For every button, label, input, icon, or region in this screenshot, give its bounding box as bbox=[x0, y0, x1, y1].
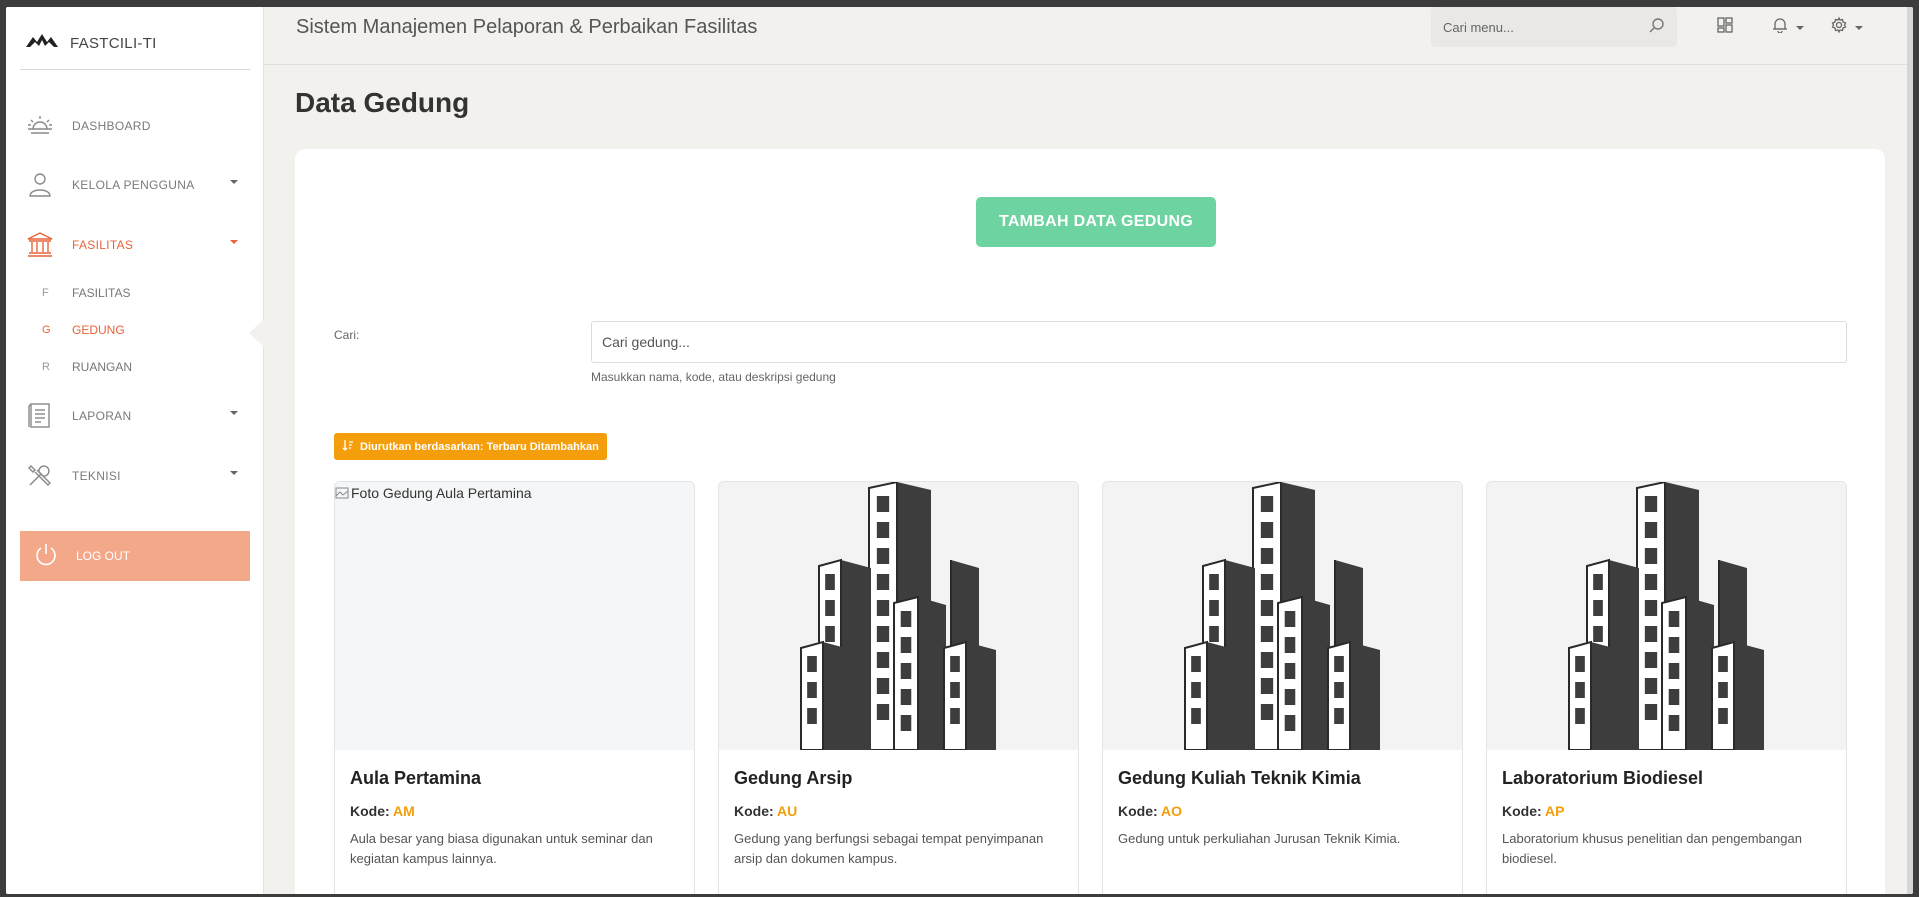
divider bbox=[20, 69, 250, 70]
brand-name: FASTCILI-TI bbox=[70, 34, 157, 52]
building-search-input[interactable] bbox=[591, 321, 1847, 363]
chevron-down-icon bbox=[230, 180, 238, 184]
content-card: TAMBAH DATA GEDUNG Cari: Masukkan nama, … bbox=[295, 149, 1885, 894]
sidebar-item-label: KELOLA PENGGUNA bbox=[72, 178, 195, 192]
chevron-down-icon bbox=[230, 471, 238, 475]
subitem-letter: R bbox=[42, 361, 50, 373]
page-title: Data Gedung bbox=[295, 87, 470, 118]
sidebar-subitem-ruangan[interactable]: R RUANGAN bbox=[42, 356, 242, 378]
chevron-down-icon bbox=[1855, 25, 1863, 30]
sidebar-item-dashboard[interactable]: DASHBOARD bbox=[26, 106, 252, 146]
sidebar-item-label: LAPORAN bbox=[72, 409, 132, 423]
mountain-logo-icon bbox=[26, 34, 58, 52]
active-indicator bbox=[249, 319, 264, 347]
building-image bbox=[719, 482, 1078, 750]
subitem-label: FASILITAS bbox=[72, 286, 131, 300]
building-image-broken: Foto Gedung Aula Pertamina bbox=[335, 482, 694, 750]
code-value: AU bbox=[777, 803, 798, 819]
search-help-text: Masukkan nama, kode, atau deskripsi gedu… bbox=[591, 370, 836, 384]
sidebar-item-laporan[interactable]: LAPORAN bbox=[26, 396, 252, 436]
app-window: FASTCILI-TI DASHBOARD KELOLA PENGGUNA FA… bbox=[6, 7, 1913, 894]
sidebar-subitem-fasilitas[interactable]: F FASILITAS bbox=[42, 282, 242, 304]
code-label: Kode: bbox=[1502, 803, 1542, 819]
building-name: Laboratorium Biodiesel bbox=[1502, 768, 1704, 788]
sunrise-icon bbox=[26, 111, 54, 142]
apps-button[interactable] bbox=[1717, 17, 1733, 38]
building-card[interactable]: Laboratorium Biodiesel Kode: AP Laborato… bbox=[1486, 481, 1847, 894]
sort-label: Diurutkan berdasarkan: Terbaru Ditambahk… bbox=[360, 440, 599, 453]
subitem-letter: F bbox=[42, 287, 49, 299]
building-illustration-icon bbox=[1184, 482, 1380, 750]
code-label: Kode: bbox=[734, 803, 774, 819]
page-scrollbar[interactable] bbox=[1907, 7, 1913, 894]
sidebar-item-label: DASHBOARD bbox=[72, 119, 151, 133]
grid-icon bbox=[1717, 17, 1733, 38]
bank-icon bbox=[26, 230, 54, 261]
search-icon[interactable] bbox=[1649, 17, 1665, 38]
chevron-down-icon bbox=[230, 411, 238, 415]
building-code: Kode: AO bbox=[1118, 803, 1447, 819]
topbar: Sistem Manajemen Pelaporan & Perbaikan F… bbox=[264, 7, 1913, 65]
user-icon bbox=[26, 170, 54, 201]
app-title: Sistem Manajemen Pelaporan & Perbaikan F… bbox=[296, 16, 758, 38]
building-name: Gedung Arsip bbox=[734, 768, 853, 788]
building-card[interactable]: Foto Gedung Aula Pertamina Aula Pertamin… bbox=[334, 481, 695, 894]
menu-search-box[interactable] bbox=[1431, 7, 1677, 47]
building-description: Gedung untuk perkuliahan Jurusan Teknik … bbox=[1118, 831, 1401, 846]
building-name: Aula Pertamina bbox=[350, 768, 482, 788]
chevron-down-icon bbox=[1796, 25, 1804, 30]
building-description: Gedung yang berfungsi sebagai tempat pen… bbox=[734, 831, 1044, 866]
code-value: AM bbox=[393, 803, 415, 819]
code-label: Kode: bbox=[1118, 803, 1158, 819]
sidebar-item-label: FASILITAS bbox=[72, 238, 134, 252]
building-illustration-icon bbox=[1568, 482, 1764, 750]
building-name: Gedung Kuliah Teknik Kimia bbox=[1118, 768, 1361, 788]
tools-icon bbox=[26, 461, 54, 492]
building-code: Kode: AM bbox=[350, 803, 679, 819]
sort-icon bbox=[342, 439, 354, 454]
code-value: AO bbox=[1161, 803, 1183, 819]
code-label: Kode: bbox=[350, 803, 390, 819]
notifications-button[interactable] bbox=[1772, 17, 1804, 38]
building-code: Kode: AU bbox=[734, 803, 1063, 819]
image-alt-text: Foto Gedung Aula Pertamina bbox=[351, 485, 532, 501]
building-image bbox=[1103, 482, 1462, 750]
sidebar-subitem-gedung[interactable]: G GEDUNG bbox=[42, 319, 242, 341]
subitem-label: GEDUNG bbox=[72, 323, 125, 337]
bell-icon bbox=[1772, 17, 1788, 38]
logout-label: LOG OUT bbox=[76, 549, 131, 563]
document-icon bbox=[26, 401, 54, 432]
sidebar-item-label: TEKNISI bbox=[72, 469, 121, 483]
building-code: Kode: AP bbox=[1502, 803, 1831, 819]
building-description: Aula besar yang biasa digunakan untuk se… bbox=[350, 831, 653, 866]
sidebar: FASTCILI-TI DASHBOARD KELOLA PENGGUNA FA… bbox=[6, 7, 264, 894]
sidebar-item-kelola-pengguna[interactable]: KELOLA PENGGUNA bbox=[26, 165, 252, 205]
add-building-button[interactable]: TAMBAH DATA GEDUNG bbox=[976, 197, 1216, 247]
menu-search-input[interactable] bbox=[1443, 19, 1633, 35]
settings-button[interactable] bbox=[1831, 16, 1863, 38]
subitem-letter: G bbox=[42, 324, 51, 336]
subitem-label: RUANGAN bbox=[72, 360, 133, 374]
sidebar-item-teknisi[interactable]: TEKNISI bbox=[26, 456, 252, 496]
code-value: AP bbox=[1545, 803, 1565, 819]
search-label: Cari: bbox=[334, 328, 360, 342]
chevron-down-icon bbox=[230, 240, 238, 244]
building-image bbox=[1487, 482, 1846, 750]
broken-image-alt: Foto Gedung Aula Pertamina bbox=[335, 485, 532, 501]
logout-button[interactable]: LOG OUT bbox=[20, 531, 250, 581]
building-card[interactable]: Gedung Kuliah Teknik Kimia Kode: AO Gedu… bbox=[1102, 481, 1463, 894]
building-description: Laboratorium khusus penelitian dan penge… bbox=[1502, 831, 1802, 866]
building-card[interactable]: Gedung Arsip Kode: AU Gedung yang berfun… bbox=[718, 481, 1079, 894]
gear-icon bbox=[1831, 16, 1847, 38]
brand[interactable]: FASTCILI-TI bbox=[26, 25, 256, 61]
sort-badge[interactable]: Diurutkan berdasarkan: Terbaru Ditambahk… bbox=[334, 433, 607, 460]
power-icon bbox=[32, 541, 60, 572]
sidebar-item-fasilitas[interactable]: FASILITAS bbox=[26, 225, 252, 265]
building-illustration-icon bbox=[800, 482, 996, 750]
